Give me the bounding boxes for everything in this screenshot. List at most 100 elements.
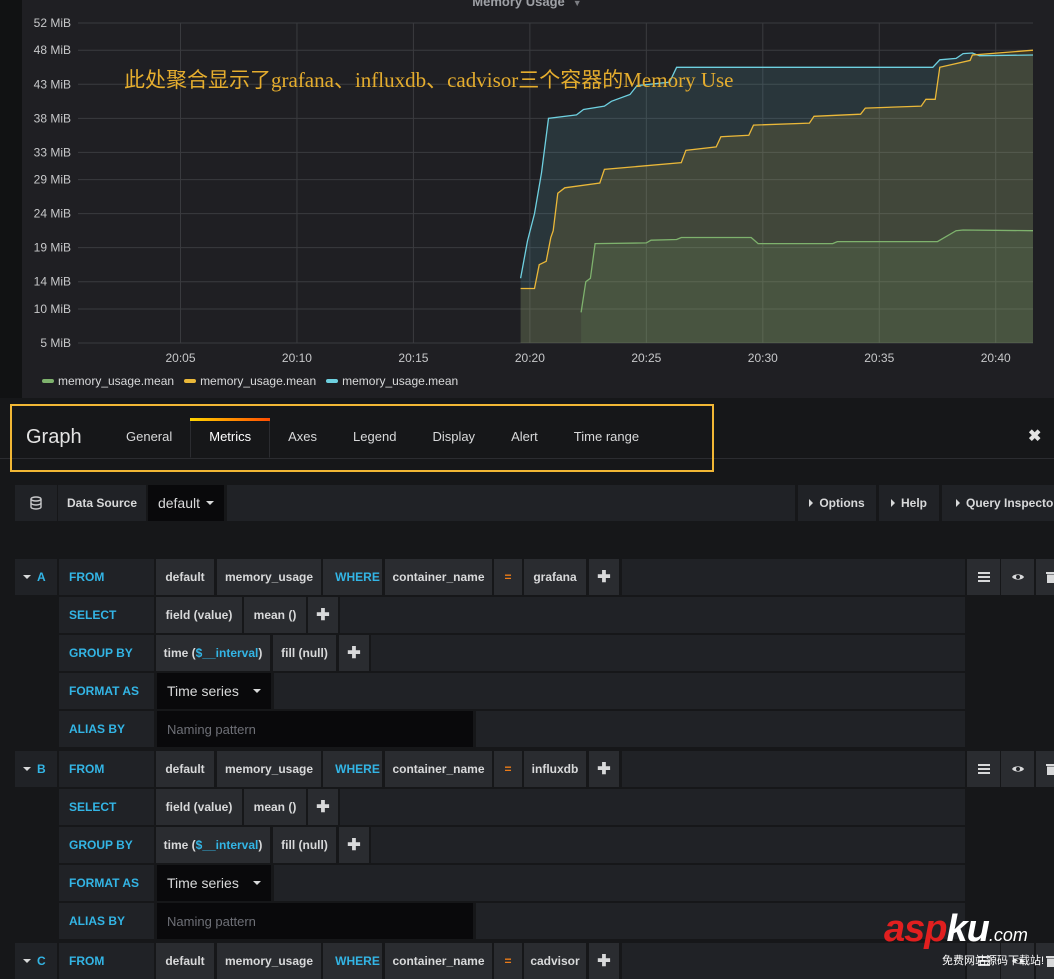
caret-right-icon: [956, 499, 960, 507]
legend-item-grafana[interactable]: memory_usage.mean: [42, 374, 174, 388]
collapse-caret-icon: [23, 767, 31, 771]
select-row-filler: [340, 789, 965, 825]
add-where-button[interactable]: ✚: [589, 559, 619, 595]
legend-item-cadvisor[interactable]: memory_usage.mean: [326, 374, 458, 388]
tab-time-range[interactable]: Time range: [556, 418, 657, 458]
tab-axes[interactable]: Axes: [270, 418, 335, 458]
legend-label[interactable]: memory_usage.mean: [58, 374, 174, 388]
measurement-segment[interactable]: memory_usage: [217, 943, 321, 979]
add-where-button[interactable]: ✚: [589, 751, 619, 787]
tab-alert[interactable]: Alert: [493, 418, 556, 458]
operator-segment[interactable]: =: [494, 751, 522, 787]
tab-metrics[interactable]: Metrics: [190, 418, 271, 458]
chevron-down-icon: [252, 689, 261, 693]
y-tick-label: 43 MiB: [34, 77, 71, 91]
format-select[interactable]: Time series: [157, 673, 271, 709]
query-menu-button[interactable]: [967, 559, 1000, 595]
tag-key-segment[interactable]: container_name: [385, 559, 492, 595]
eye-icon: [1011, 766, 1024, 772]
plus-icon: ✚: [597, 953, 611, 970]
add-groupby-button[interactable]: ✚: [339, 827, 369, 863]
aggregation-segment[interactable]: mean (): [244, 597, 306, 633]
query-inspector-button[interactable]: Query Inspector: [942, 485, 1054, 521]
retention-policy-segment[interactable]: default: [156, 943, 214, 979]
collapse-caret-icon: [23, 575, 31, 579]
legend-swatch-green: [42, 379, 54, 383]
help-label: Help: [900, 496, 927, 510]
database-icon: [15, 485, 57, 521]
datasource-filler: [227, 485, 795, 521]
x-tick-label: 20:15: [398, 351, 428, 365]
tab-legend[interactable]: Legend: [335, 418, 414, 458]
legend-item-influxdb[interactable]: memory_usage.mean: [184, 374, 316, 388]
chart-legend: memory_usage.mean memory_usage.mean memo…: [42, 374, 458, 388]
datasource-select[interactable]: default: [148, 485, 224, 521]
time-group-segment[interactable]: time ($__interval): [156, 635, 270, 671]
retention-policy-segment[interactable]: default: [156, 559, 214, 595]
operator-segment[interactable]: =: [494, 943, 522, 979]
legend-swatch-yellow: [184, 379, 197, 383]
format-row-filler: [274, 865, 965, 901]
groupby-keyword: GROUP BY: [59, 635, 154, 671]
x-tick-label: 20:40: [981, 351, 1011, 365]
delete-query-button[interactable]: [1036, 559, 1054, 595]
legend-label[interactable]: memory_usage.mean: [342, 374, 458, 388]
datasource-label: Data Source: [58, 485, 146, 521]
add-groupby-button[interactable]: ✚: [339, 635, 369, 671]
y-tick-label: 10 MiB: [34, 302, 71, 316]
collapse-caret-icon: [23, 959, 31, 963]
tag-value-segment[interactable]: influxdb: [524, 751, 586, 787]
y-tick-label: 38 MiB: [34, 111, 71, 125]
toggle-visibility-button[interactable]: [1001, 559, 1034, 595]
query-toggle-C[interactable]: C: [15, 943, 57, 979]
legend-label[interactable]: memory_usage.mean: [200, 374, 316, 388]
operator-segment[interactable]: =: [494, 559, 522, 595]
plus-icon: ✚: [597, 569, 611, 586]
tab-general[interactable]: General: [108, 418, 190, 458]
groupby-row-filler: [371, 827, 965, 863]
measurement-segment[interactable]: memory_usage: [217, 751, 321, 787]
options-button[interactable]: Options: [798, 485, 876, 521]
caret-right-icon: [809, 499, 814, 507]
query-toggle-A[interactable]: A: [15, 559, 57, 595]
tag-key-segment[interactable]: container_name: [385, 943, 492, 979]
caret-right-icon: [890, 499, 895, 507]
field-segment[interactable]: field (value): [156, 789, 242, 825]
time-group-segment[interactable]: time ($__interval): [156, 827, 270, 863]
format-select[interactable]: Time series: [157, 865, 271, 901]
plus-icon: ✚: [347, 645, 361, 662]
toggle-visibility-button[interactable]: [1001, 751, 1034, 787]
plus-icon: ✚: [316, 607, 330, 624]
format-row-filler: [274, 673, 965, 709]
x-tick-label: 20:25: [631, 351, 661, 365]
memory-usage-chart[interactable]: 52 MiB 48 MiB 43 MiB 38 MiB 33 MiB 29 MiB 24 M…: [0, 0, 1054, 400]
alias-input[interactable]: Naming pattern: [157, 903, 473, 939]
aggregation-segment[interactable]: mean (): [244, 789, 306, 825]
format-keyword: FORMAT AS: [59, 865, 154, 901]
fill-segment[interactable]: fill (null): [273, 635, 336, 671]
delete-query-button[interactable]: [1036, 751, 1054, 787]
select-row-filler: [340, 597, 965, 633]
help-button[interactable]: Help: [879, 485, 939, 521]
measurement-segment[interactable]: memory_usage: [217, 559, 321, 595]
tag-key-segment[interactable]: container_name: [385, 751, 492, 787]
tag-value-segment[interactable]: cadvisor: [524, 943, 586, 979]
tag-value-segment[interactable]: grafana: [524, 559, 586, 595]
query-ref-id: A: [37, 570, 46, 584]
alias-input[interactable]: Naming pattern: [157, 711, 473, 747]
retention-policy-segment[interactable]: default: [156, 751, 214, 787]
add-select-button[interactable]: ✚: [308, 597, 338, 633]
x-tick-label: 20:35: [864, 351, 894, 365]
fill-segment[interactable]: fill (null): [273, 827, 336, 863]
where-keyword: WHERE: [323, 943, 382, 979]
add-select-button[interactable]: ✚: [308, 789, 338, 825]
field-segment[interactable]: field (value): [156, 597, 242, 633]
close-icon[interactable]: ✖: [1028, 426, 1041, 446]
query-toggle-B[interactable]: B: [15, 751, 57, 787]
watermark-logo: aspku.com: [884, 908, 1028, 950]
tab-display[interactable]: Display: [414, 418, 493, 458]
alias-keyword: ALIAS BY: [59, 711, 154, 747]
add-where-button[interactable]: ✚: [589, 943, 619, 979]
query-menu-button[interactable]: [967, 751, 1000, 787]
y-tick-label: 52 MiB: [34, 16, 71, 30]
